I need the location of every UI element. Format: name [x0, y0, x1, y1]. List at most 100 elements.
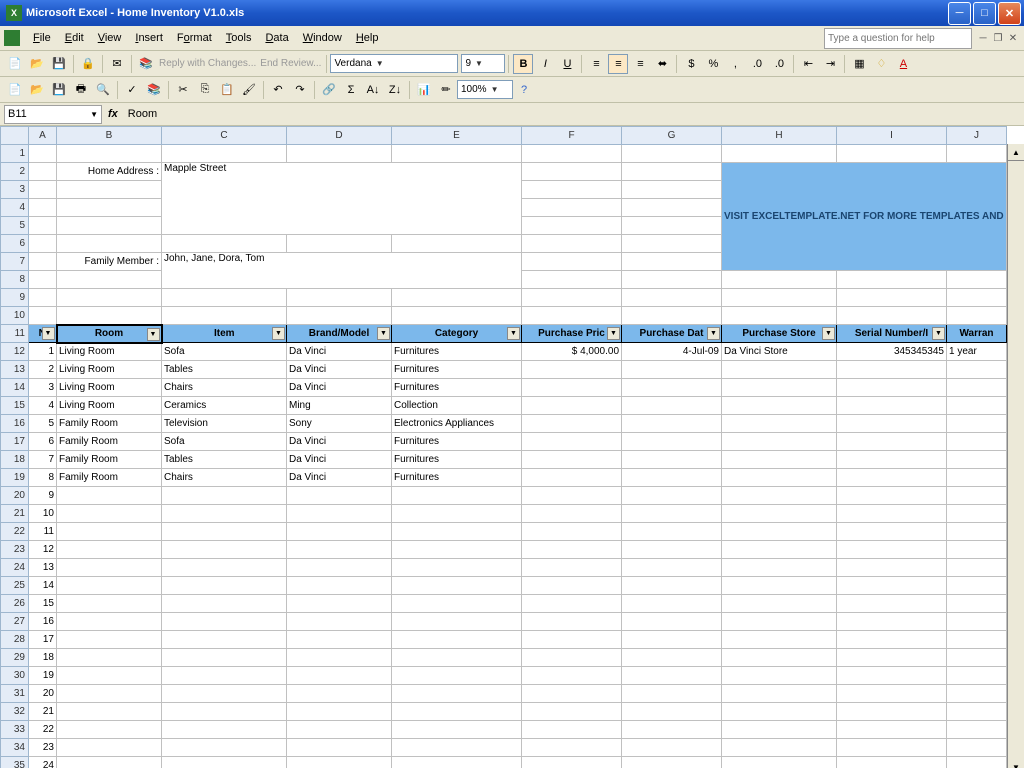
cell[interactable]: [622, 505, 722, 523]
cell[interactable]: [522, 577, 622, 595]
cell[interactable]: [57, 685, 162, 703]
cell[interactable]: [722, 667, 837, 685]
cell-serial[interactable]: [837, 433, 947, 451]
cell-no[interactable]: 1: [29, 343, 57, 361]
cell[interactable]: [392, 577, 522, 595]
cell[interactable]: [947, 685, 1007, 703]
cell[interactable]: [622, 739, 722, 757]
row-header[interactable]: 18: [1, 451, 29, 469]
scroll-up-icon[interactable]: ▲: [1008, 144, 1024, 161]
cell-store[interactable]: [722, 361, 837, 379]
cell[interactable]: [722, 703, 837, 721]
filter-dropdown-icon[interactable]: ▼: [822, 327, 835, 340]
row-header[interactable]: 26: [1, 595, 29, 613]
italic-icon[interactable]: I: [535, 54, 555, 74]
cell-warranty[interactable]: [947, 361, 1007, 379]
cell-date[interactable]: [622, 379, 722, 397]
undo-icon[interactable]: ↶: [268, 80, 288, 100]
maximize-button[interactable]: □: [973, 2, 996, 25]
row-header[interactable]: 2: [1, 163, 29, 181]
row-header[interactable]: 29: [1, 649, 29, 667]
col-header[interactable]: I: [837, 127, 947, 145]
row-header[interactable]: 32: [1, 703, 29, 721]
cell-room[interactable]: Family Room: [57, 451, 162, 469]
row-header[interactable]: 31: [1, 685, 29, 703]
cell-price[interactable]: [522, 469, 622, 487]
cell[interactable]: [947, 757, 1007, 768]
fx-icon[interactable]: fx: [108, 108, 118, 120]
filter-dropdown-icon[interactable]: ▼: [507, 327, 520, 340]
cell-no[interactable]: 7: [29, 451, 57, 469]
cell-room[interactable]: Family Room: [57, 469, 162, 487]
cell-price[interactable]: [522, 379, 622, 397]
cell[interactable]: [622, 613, 722, 631]
filter-item[interactable]: Item▼: [162, 325, 287, 343]
row-header[interactable]: 5: [1, 217, 29, 235]
cell[interactable]: [57, 577, 162, 595]
cell-room[interactable]: Living Room: [57, 343, 162, 361]
cell[interactable]: [57, 505, 162, 523]
cell[interactable]: [392, 739, 522, 757]
cell[interactable]: [392, 541, 522, 559]
cell[interactable]: [522, 703, 622, 721]
menu-help[interactable]: Help: [349, 30, 386, 46]
cell-room[interactable]: Family Room: [57, 433, 162, 451]
cell-no[interactable]: 6: [29, 433, 57, 451]
cell[interactable]: [722, 505, 837, 523]
cell-no[interactable]: 2: [29, 361, 57, 379]
menu-window[interactable]: Window: [296, 30, 349, 46]
filter-store[interactable]: Purchase Store▼: [722, 325, 837, 343]
cell-room[interactable]: Living Room: [57, 379, 162, 397]
cell-serial[interactable]: [837, 469, 947, 487]
cell[interactable]: [837, 685, 947, 703]
cut-icon[interactable]: ✂: [173, 80, 193, 100]
row-header[interactable]: 3: [1, 181, 29, 199]
cell[interactable]: [622, 577, 722, 595]
row-header[interactable]: 23: [1, 541, 29, 559]
cell-category[interactable]: Furnitures: [392, 361, 522, 379]
cell-item[interactable]: Television: [162, 415, 287, 433]
cell-item[interactable]: Tables: [162, 451, 287, 469]
drawing-icon[interactable]: ✏: [436, 80, 456, 100]
sort-asc-icon[interactable]: A↓: [363, 80, 383, 100]
cell-date[interactable]: [622, 451, 722, 469]
borders-icon[interactable]: ▦: [849, 54, 869, 74]
cell[interactable]: [622, 631, 722, 649]
fill-color-icon[interactable]: ♢: [871, 54, 891, 74]
cell[interactable]: [622, 703, 722, 721]
row-header[interactable]: 25: [1, 577, 29, 595]
cell[interactable]: [837, 595, 947, 613]
col-header[interactable]: C: [162, 127, 287, 145]
cell[interactable]: 18: [29, 649, 57, 667]
filter-room[interactable]: Room▼: [57, 325, 162, 343]
cell[interactable]: [522, 649, 622, 667]
cell[interactable]: [57, 523, 162, 541]
cell[interactable]: [837, 505, 947, 523]
cell-store[interactable]: [722, 433, 837, 451]
cell-no[interactable]: 4: [29, 397, 57, 415]
cell[interactable]: [837, 541, 947, 559]
row-header[interactable]: 10: [1, 307, 29, 325]
cell-room[interactable]: Family Room: [57, 415, 162, 433]
cell-warranty[interactable]: [947, 415, 1007, 433]
cell[interactable]: 12: [29, 541, 57, 559]
cell-brand[interactable]: Da Vinci: [287, 433, 392, 451]
formula-input[interactable]: Room: [124, 108, 1024, 120]
cell-brand[interactable]: Da Vinci: [287, 451, 392, 469]
cell[interactable]: [162, 631, 287, 649]
cell[interactable]: [392, 703, 522, 721]
cell[interactable]: [57, 595, 162, 613]
cell[interactable]: [287, 757, 392, 768]
cell[interactable]: 13: [29, 559, 57, 577]
cell[interactable]: [722, 721, 837, 739]
autosum-icon[interactable]: Σ: [341, 80, 361, 100]
cell[interactable]: [947, 739, 1007, 757]
cell[interactable]: [162, 649, 287, 667]
doc-minimize-button[interactable]: ─: [976, 31, 990, 45]
scroll-down-icon[interactable]: ▼: [1008, 759, 1024, 768]
research2-icon[interactable]: 📚: [144, 80, 164, 100]
cell-brand[interactable]: Da Vinci: [287, 343, 392, 361]
cell[interactable]: [837, 739, 947, 757]
cell[interactable]: [622, 523, 722, 541]
cell-date[interactable]: [622, 415, 722, 433]
